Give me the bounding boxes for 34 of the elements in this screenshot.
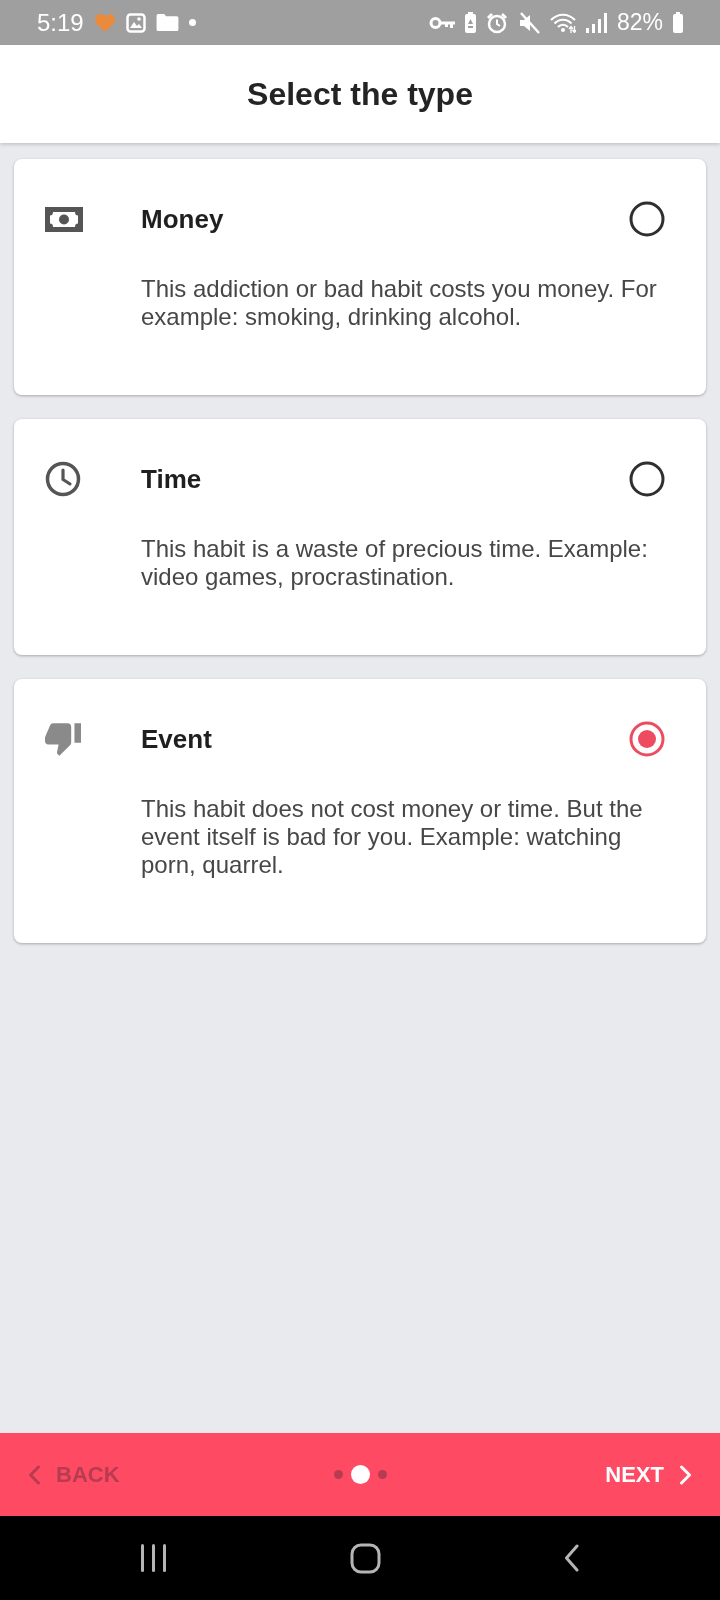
clock-icon (45, 461, 81, 497)
mute-icon (517, 11, 540, 34)
option-card[interactable]: Time This habit is a waste of precious time. Example: video games, procrastination. (14, 419, 706, 655)
battery-icon (673, 12, 683, 33)
option-title: Event (141, 723, 213, 756)
radio-button[interactable] (629, 201, 665, 237)
radio-button[interactable] (629, 461, 665, 497)
option-title: Money (141, 203, 225, 236)
option-description: This habit is a waste of precious time. Example: video games, procrastination. (141, 535, 649, 591)
option-card[interactable]: Money This addiction or bad habit costs you money. For example: smoking, drinking alcohol. (14, 159, 706, 395)
banknote-icon (45, 206, 83, 232)
signal-icon (585, 12, 607, 33)
option-title: Time (141, 463, 203, 496)
back-icon[interactable] (564, 1544, 580, 1572)
page-title: Select the type (247, 74, 473, 114)
option-description: This addiction or bad habit costs you money. For example: smoking, drinking alcohol. (141, 275, 658, 331)
chevron-right-icon (679, 1464, 692, 1485)
status-time: 5:19 (37, 10, 84, 35)
recent-apps-icon[interactable] (140, 1544, 167, 1572)
battery-percentage: 82% (616, 11, 663, 34)
option-card[interactable]: Event This habit does not cost money or time. But the event itself is bad for you. Example: watching porn, quarrel. (14, 679, 706, 943)
dot-icon (188, 19, 196, 26)
chevron-left-icon (28, 1464, 41, 1485)
heart-icon (93, 12, 116, 33)
home-icon[interactable] (350, 1542, 381, 1574)
battery-saver-icon (464, 12, 476, 33)
key-icon (428, 15, 455, 30)
alarm-icon (485, 11, 508, 34)
wifi-icon (549, 12, 576, 33)
radio-button[interactable] (629, 721, 665, 757)
thumbs-down-icon (45, 722, 81, 756)
option-description: This habit does not cost money or time. But the event itself is bad for you. Example: watching porn, quarrel. (141, 795, 644, 879)
image-icon (125, 12, 146, 33)
folder-icon (155, 13, 179, 32)
